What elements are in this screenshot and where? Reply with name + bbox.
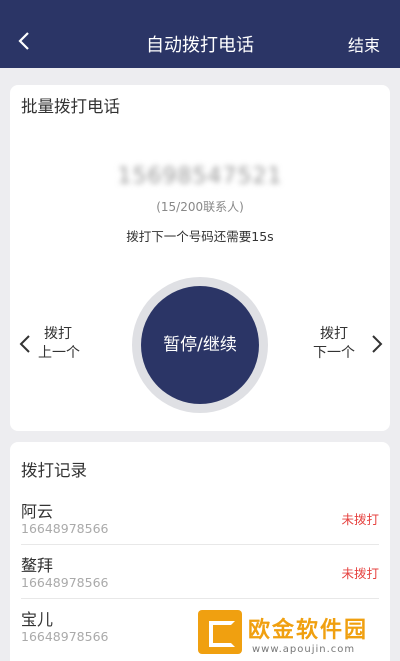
records-section-title: 拨打记录 — [21, 461, 87, 480]
top-bar: 自动拨打电话 结束 — [0, 0, 400, 68]
prev-label-line1: 拨打 — [44, 326, 72, 342]
watermark-url: www.apoujin.com — [252, 644, 356, 655]
watermark-text: 欧金软件园 — [248, 618, 369, 643]
next-label-line2: 下一个 — [313, 345, 355, 361]
contact-name: 宝儿 — [21, 610, 54, 629]
call-next-button[interactable]: 拨打 下一个 — [308, 323, 388, 363]
countdown-text: 拨打下一个号码还需要15s — [126, 229, 274, 244]
divider — [21, 598, 379, 599]
contact-name: 鳌拜 — [21, 556, 54, 575]
prev-label-line2: 上一个 — [38, 345, 80, 361]
end-button[interactable]: 结束 — [348, 36, 380, 56]
pause-resume-button[interactable]: 暂停/继续 — [141, 286, 259, 404]
dialer-card: 批量拨打电话 15698547521 (15/200联系人) 拨打下一个号码还需… — [10, 85, 390, 431]
page-title: 自动拨打电话 — [146, 35, 254, 56]
watermark: 欧金软件园 www.apoujin.com — [198, 610, 398, 661]
next-label-line1: 拨打 — [320, 326, 348, 342]
dialer-section-title: 批量拨打电话 — [21, 97, 120, 116]
contact-phone: 16648978566 — [21, 575, 109, 590]
contact-phone: 16648978566 — [21, 629, 109, 644]
chevron-left-icon — [19, 335, 30, 353]
divider — [21, 544, 379, 545]
watermark-logo-icon — [198, 610, 242, 654]
current-number: 15698547521 — [117, 164, 283, 189]
status-badge: 未拨打 — [341, 566, 379, 581]
contact-name: 阿云 — [21, 502, 54, 521]
status-badge: 未拨打 — [341, 512, 379, 527]
call-previous-button[interactable]: 拨打 上一个 — [18, 323, 108, 363]
progress-text: (15/200联系人) — [156, 200, 244, 214]
chevron-right-icon — [372, 335, 383, 353]
contact-phone: 16648978566 — [21, 521, 109, 536]
